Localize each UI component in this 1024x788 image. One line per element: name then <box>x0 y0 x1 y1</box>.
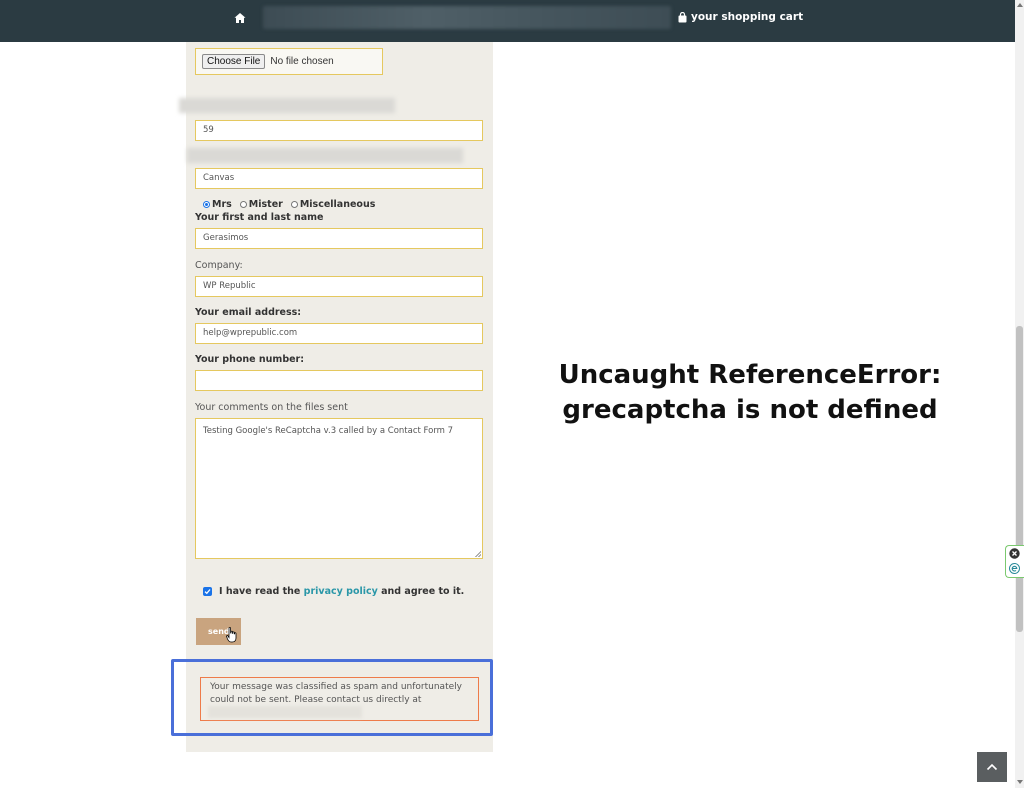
extension-e-icon[interactable] <box>1009 563 1020 574</box>
company-label: Company: <box>195 260 243 271</box>
radio-mrs-label: Mrs <box>212 199 232 210</box>
material-field[interactable]: Canvas <box>195 168 483 189</box>
blurred-search-bar[interactable] <box>263 6 671 29</box>
radio-miscellaneous-label: Miscellaneous <box>299 199 376 210</box>
name-field[interactable]: Gerasimos <box>195 228 483 249</box>
comments-text: Testing Google's ReCaptcha v.3 called by… <box>203 426 454 436</box>
radio-mister[interactable]: Mister <box>239 199 283 210</box>
resize-grip-icon[interactable] <box>475 551 481 557</box>
hand-pointer-cursor-icon <box>226 627 237 643</box>
consent-suffix: and agree to it. <box>381 586 465 597</box>
name-label: Your first and last name <box>195 212 324 223</box>
choose-file-button[interactable]: Choose File <box>202 54 266 69</box>
error-annotation: Uncaught ReferenceError: grecaptcha is n… <box>540 358 960 428</box>
error-line2: grecaptcha is not defined <box>562 395 938 425</box>
privacy-policy-link[interactable]: privacy policy <box>304 586 378 597</box>
top-navigation-bar: your shopping cart <box>0 0 1015 42</box>
phone-label: Your phone number: <box>195 354 305 365</box>
phone-field[interactable] <box>195 370 483 391</box>
browser-extension-widget <box>1005 545 1024 578</box>
spam-message-line1: Your message was classified as spam and … <box>210 682 462 692</box>
error-line1: Uncaught ReferenceError: <box>558 360 942 390</box>
radio-mister-label: Mister <box>248 199 283 210</box>
scroll-down-arrow-icon[interactable] <box>1017 780 1023 784</box>
cart-label: your shopping cart <box>691 11 804 23</box>
checkmark-icon <box>204 589 211 595</box>
shopping-cart-link[interactable]: your shopping cart <box>678 11 803 23</box>
close-icon[interactable] <box>1009 548 1020 559</box>
file-upload-field[interactable]: Choose File No file chosen <box>195 48 383 75</box>
comments-textarea[interactable]: Testing Google's ReCaptcha v.3 called by… <box>195 418 483 559</box>
email-field[interactable]: help@wprepublic.com <box>195 323 483 344</box>
salutation-radio-group: Mrs Mister Miscellaneous <box>203 199 375 210</box>
scroll-up-arrow-icon[interactable] <box>1017 3 1023 7</box>
consent-prefix: I have read the <box>219 586 301 597</box>
file-status: No file chosen <box>270 56 334 67</box>
company-field[interactable]: WP Republic <box>195 276 483 297</box>
quantity-field[interactable]: 59 <box>195 120 483 141</box>
consent-text: I have read the privacy policy and agree… <box>219 586 464 597</box>
radio-mrs-button[interactable] <box>203 201 210 208</box>
blurred-quantity-label <box>179 98 395 113</box>
shopping-bag-icon <box>678 11 687 22</box>
blurred-contact-email <box>208 706 362 718</box>
privacy-consent-checkbox[interactable] <box>203 587 212 596</box>
radio-mister-button[interactable] <box>239 201 247 208</box>
privacy-consent-row: I have read the privacy policy and agree… <box>203 586 464 597</box>
radio-miscellaneous-button[interactable] <box>290 201 298 208</box>
home-icon[interactable] <box>233 11 247 25</box>
back-to-top-button[interactable] <box>977 752 1007 782</box>
scrollbar-thumb[interactable] <box>1016 326 1023 632</box>
email-label: Your email address: <box>195 307 302 318</box>
chevron-up-icon <box>986 763 998 771</box>
blurred-material-label <box>187 148 463 163</box>
comments-label: Your comments on the files sent <box>195 402 348 413</box>
radio-mrs[interactable]: Mrs <box>203 199 232 210</box>
radio-miscellaneous[interactable]: Miscellaneous <box>290 199 376 210</box>
